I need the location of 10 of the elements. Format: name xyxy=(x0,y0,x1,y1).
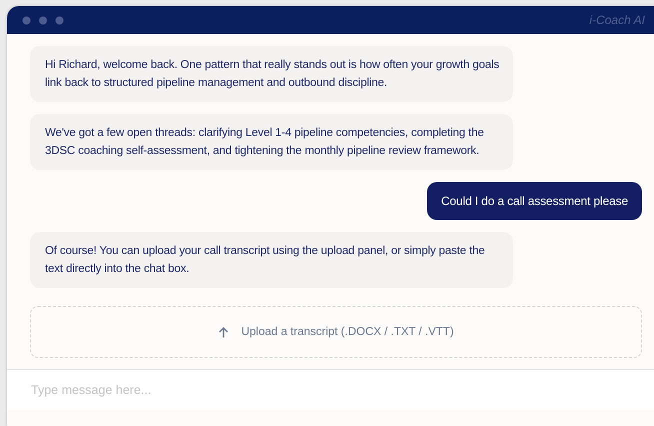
assistant-message: Hi Richard, welcome back. One pattern that really stands out is how often your growth goals link back to structured pipeline management and outbound discipline. xyxy=(30,46,513,102)
window-title: i-Coach AI xyxy=(589,13,646,27)
upload-label: Upload a transcript (.DOCX / .TXT / .VTT) xyxy=(241,326,454,338)
user-message: Could I do a call assessment please xyxy=(427,182,642,220)
arrow-up-icon xyxy=(218,326,230,338)
assistant-message: Of course! You can upload your call transcript using the upload panel, or simply paste the text directly into the chat box. xyxy=(30,232,513,288)
message-input[interactable]: Type message here... xyxy=(7,369,654,410)
upload-dropzone[interactable]: Upload a transcript (.DOCX / .TXT / .VTT) xyxy=(30,306,642,358)
window-controls-icon[interactable] xyxy=(22,16,64,24)
assistant-message: We've got a few open threads: clarifying Level 1-4 pipeline competencies, completing the 3DSC coaching self-assessment, and tightening the monthly pipeline review framework. xyxy=(30,114,513,170)
